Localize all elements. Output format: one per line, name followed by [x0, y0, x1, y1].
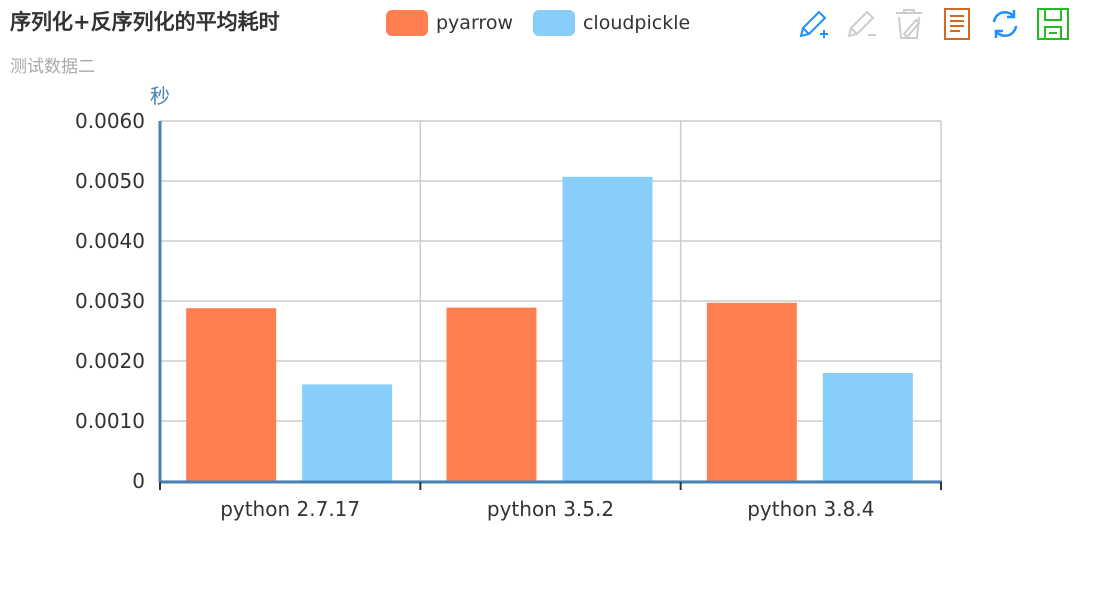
bar-cloudpickle-3	[822, 373, 913, 481]
bar-cloudpickle-2	[562, 176, 653, 482]
y-tick-label: 0.0040	[75, 229, 145, 253]
y-axis-title: 秒	[150, 84, 170, 108]
x-tick-label: python 2.7.17	[220, 497, 360, 521]
bar-pyarrow-2	[446, 307, 537, 481]
bar-pyarrow-1	[186, 308, 277, 481]
x-tick-label: python 3.8.4	[747, 497, 874, 521]
bar-pyarrow-3	[706, 302, 797, 481]
y-tick-label: 0.0050	[75, 169, 145, 193]
bars	[186, 176, 913, 482]
bar-chart: 0 0.0010 0.0020 0.0030 0.0040 0.0050 0.0060 pyt…	[75, 84, 942, 521]
y-tick-label: 0.0020	[75, 349, 145, 373]
y-tick-label: 0.0010	[75, 409, 145, 433]
x-tick-label: python 3.5.2	[487, 497, 614, 521]
y-tick-label: 0.0030	[75, 289, 145, 313]
y-tick-label: 0.0060	[75, 109, 145, 133]
y-tick-label: 0	[132, 469, 145, 493]
bar-cloudpickle-1	[302, 384, 393, 481]
